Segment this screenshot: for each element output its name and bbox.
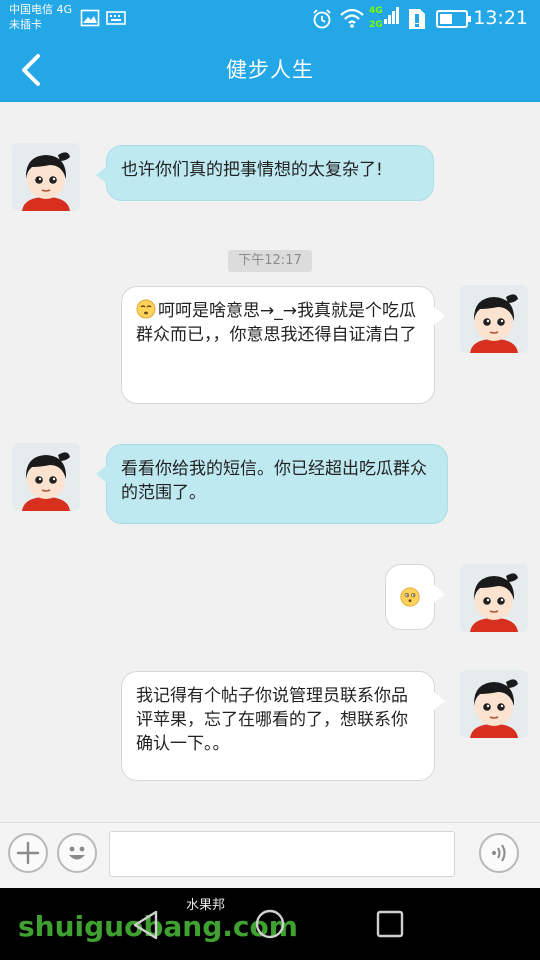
- contact-avatar[interactable]: [12, 143, 80, 211]
- message-text: 呵呵是啥意思→_→我真就是个吃瓜群众而已，，你意思我还得自证清白了: [136, 301, 417, 345]
- face-emoji-icon: [136, 299, 156, 319]
- signal-icon: 4G 2G: [369, 4, 403, 36]
- message-bubble-incoming[interactable]: 看看你给我的短信。你已经超出吃瓜群众的范围了。: [96, 444, 448, 524]
- message-input-bar: [0, 822, 540, 889]
- message-text: 我记得有个帖子你说管理员联系你品评苹果，忘了在哪看的了，想联系你确认一下。。: [136, 686, 408, 754]
- message-bubble-outgoing[interactable]: [385, 564, 445, 630]
- message-bubble-outgoing[interactable]: 我记得有个帖子你说管理员联系你品评苹果，忘了在哪看的了，想联系你确认一下。。: [121, 671, 445, 781]
- network-4g-label: 4G: [369, 6, 383, 16]
- my-avatar[interactable]: [460, 285, 528, 353]
- chat-header: 健步人生: [0, 38, 540, 102]
- wifi-icon: [339, 7, 365, 33]
- nav-home-button[interactable]: [254, 908, 286, 944]
- sim-status: 未插卡: [9, 18, 42, 31]
- message-input[interactable]: [109, 831, 455, 877]
- sim-card-icon: [407, 7, 427, 35]
- alarm-icon: [311, 8, 333, 34]
- message-text: 看看你给我的短信。你已经超出吃瓜群众的范围了。: [121, 459, 427, 503]
- image-icon: [80, 8, 100, 32]
- nav-back-button[interactable]: [129, 908, 163, 946]
- circle-home-icon: [255, 909, 285, 939]
- my-avatar[interactable]: [460, 670, 528, 738]
- thinking-face-emoji-icon: [400, 587, 420, 607]
- voice-input-button[interactable]: [479, 833, 519, 873]
- message-bubble-outgoing[interactable]: 呵呵是啥意思→_→我真就是个吃瓜群众而已，，你意思我还得自证清白了: [121, 286, 445, 404]
- message-list[interactable]: 也许你们真的把事情想的太复杂了! 下午12:17 呵呵是啥意思→_→我真就是个吃…: [0, 102, 540, 822]
- add-attachment-button[interactable]: [8, 833, 48, 873]
- plus-icon: [16, 841, 40, 865]
- contact-avatar[interactable]: [12, 443, 80, 511]
- chat-title: 健步人生: [226, 58, 314, 82]
- message-timestamp: 下午12:17: [228, 250, 312, 272]
- voice-icon: [492, 844, 506, 862]
- message-text: 也许你们真的把事情想的太复杂了!: [121, 160, 383, 180]
- nav-recents-button[interactable]: [375, 909, 405, 943]
- carrier-info: 中国电信 4G 未插卡: [9, 2, 72, 32]
- keyboard-icon: [106, 8, 126, 32]
- message-bubble-incoming[interactable]: 也许你们真的把事情想的太复杂了!: [96, 145, 434, 201]
- square-recents-icon: [376, 910, 404, 938]
- my-avatar[interactable]: [460, 564, 528, 632]
- battery-icon: [436, 9, 472, 33]
- status-bar: 中国电信 4G 未插卡 4G 2G 13:21: [0, 0, 540, 38]
- emoji-button[interactable]: [57, 833, 97, 873]
- watermark-chinese: 水果邦: [186, 898, 226, 913]
- triangle-back-icon: [133, 910, 158, 940]
- clock-time: 13:21: [473, 7, 528, 29]
- navigation-bar: shuiguobang.com 水果邦: [0, 888, 540, 960]
- smiley-icon: [69, 846, 85, 860]
- network-2g-label: 2G: [369, 20, 383, 30]
- carrier-name: 中国电信 4G: [9, 3, 73, 16]
